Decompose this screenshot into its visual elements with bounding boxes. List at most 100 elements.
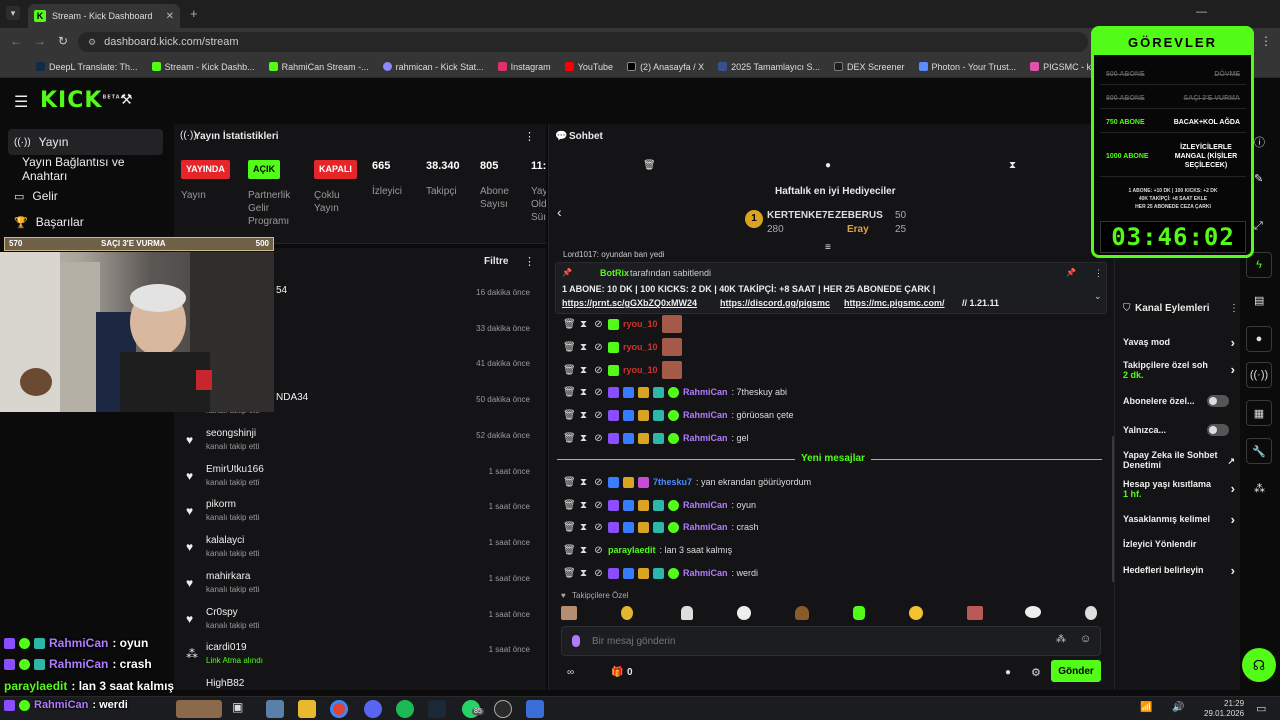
browser-tab[interactable]: K Stream - Kick Dashboard ✕ [28,4,180,28]
broadcast-button[interactable]: ((·)) [1246,362,1272,388]
action-account-age[interactable]: Hesap yaşı kısıtlama 1 hf. › [1123,479,1235,499]
file-explorer-icon[interactable] [298,700,316,718]
app-icon[interactable] [266,700,284,718]
chat-bubble-icon[interactable]: ● [1005,667,1011,678]
timeout-icon[interactable]: ⧗ [578,522,589,533]
layout-button[interactable]: ▦ [1246,400,1272,426]
spotify-icon[interactable] [396,700,414,718]
emote-icon[interactable] [1025,606,1041,618]
timeout-icon[interactable]: ⧗ [578,365,589,376]
chat-username[interactable]: paraylaedit [608,545,656,555]
chrome-icon[interactable] [330,700,348,718]
chat-username[interactable]: 7thesku7 [653,477,692,487]
pinned-link[interactable]: https://mc.pigsmc.com/ [844,298,945,308]
action-followers-only[interactable]: Takipçilere özel soh 2 dk. › [1123,360,1235,380]
app-icon[interactable] [526,700,544,718]
trash-icon[interactable]: 🗑 [563,500,576,511]
trash-icon[interactable]: 🗑 [563,433,576,444]
emote-icon[interactable] [853,606,865,620]
chat-username[interactable]: RahmiCan [683,522,728,532]
pinned-menu-icon[interactable]: ⋮ [1094,268,1103,279]
pinned-link[interactable]: https://prnt.sc/gGXbZQ0xMW24 [562,298,697,308]
tab-close-icon[interactable]: ✕ [166,11,174,22]
notification-icon[interactable]: ▭ [1256,702,1266,715]
bookmark-item[interactable]: RahmiCan Stream -... [268,62,369,72]
browser-menu-icon[interactable]: ⋮ [1260,34,1272,48]
ban-icon[interactable]: ⊘ [593,410,604,421]
action-slow-mode[interactable]: Yavaş mod › [1123,335,1235,350]
gifter-name[interactable]: KERTENKE7E [767,210,834,221]
action-subscribers-only[interactable]: Abonelere özel... [1123,395,1235,407]
chat-username[interactable]: RahmiCan [683,500,728,510]
reload-icon[interactable]: ↻ [58,34,68,48]
task-view-icon[interactable]: ▣ [232,700,250,718]
desktop-thumbnail[interactable] [176,700,222,718]
sidebar-item-income[interactable]: ▭ Gelir [8,183,163,209]
info-icon[interactable]: ⓘ [1254,134,1265,150]
emote-icon[interactable] [1085,606,1097,620]
ban-icon[interactable]: ⊘ [593,365,604,376]
chat-username[interactable]: RahmiCan [683,568,728,578]
hammer-icon[interactable]: ⚒ [120,91,133,108]
ban-icon[interactable]: ⊘ [593,545,604,556]
timeout-icon[interactable]: ⧗ [578,500,589,511]
pinned-by-user[interactable]: BotRix [600,268,629,278]
emote-icon[interactable] [737,606,751,620]
site-info-icon[interactable]: ⚙ [88,37,96,48]
timeout-icon[interactable]: ⧗ [578,568,589,579]
chat-button[interactable]: ● [1246,326,1272,352]
chevron-left-icon[interactable]: ‹ [557,204,562,220]
actions-menu-icon[interactable]: ⋮ [1229,303,1239,314]
trash-icon[interactable]: 🗑 [563,477,576,488]
timeout-icon[interactable]: ⧗ [578,477,589,488]
follower-name[interactable]: kalalayci [206,535,244,546]
bookmark-item[interactable]: rahmican - Kick Stat... [382,62,484,72]
timeout-icon[interactable]: ⧗ [578,410,589,421]
back-icon[interactable]: ← [10,34,22,48]
emoji-icon[interactable]: ☺ [1080,633,1091,645]
trash-icon[interactable]: 🗑 [563,410,576,421]
stats-menu-icon[interactable]: ⋮ [524,130,535,143]
volume-icon[interactable]: 🔊 [1172,702,1184,713]
emote-icon[interactable] [561,606,577,620]
timeout-icon[interactable]: ⧗ [578,387,589,398]
chat-input-box[interactable]: ⁂ ☺ [561,626,1101,656]
action-emote-only[interactable]: Yalnızca... [1123,424,1235,436]
action-ai-moderation[interactable]: Yapay Zeka ile Sohbet Denetimi ↗ [1123,450,1235,470]
bookmark-item[interactable]: 2025 Tamamlayıcı S... [718,62,820,72]
gifter-name[interactable]: ZEBERUS [835,210,883,221]
trash-icon[interactable]: 🗑 [643,160,656,171]
ban-icon[interactable]: ⊘ [593,500,604,511]
forward-icon[interactable]: → [34,34,46,48]
trash-icon[interactable]: 🗑 [563,568,576,579]
follower-name[interactable]: mahirkara [206,571,250,582]
emote-icon[interactable] [795,606,809,620]
chat-username[interactable]: RahmiCan [683,433,728,443]
ban-icon[interactable]: ⊘ [593,568,604,579]
sidebar-item-stream-key[interactable]: Yayın Bağlantısı ve Anahtarı [8,155,163,183]
ban-icon[interactable]: ⊘ [593,477,604,488]
address-bar[interactable]: ⚙ dashboard.kick.com/stream [78,32,1088,52]
edit-icon[interactable]: ✎ [1254,172,1263,185]
timeout-icon[interactable]: ⧗ [578,433,589,444]
translate-icon[interactable]: ⁂ [1056,634,1066,645]
follower-name[interactable]: HighB82 [206,678,244,689]
gifter-name[interactable]: Eray [847,224,869,235]
support-button[interactable]: ☊ [1242,648,1276,682]
gift-icon[interactable]: 🎁 [611,667,623,678]
chat-username[interactable]: RahmiCan [683,410,728,420]
bookmark-item[interactable]: Instagram [497,62,551,72]
ban-icon[interactable]: ⊘ [593,522,604,533]
pinned-link[interactable]: https://discord.gg/pigsmc [720,298,830,308]
sidebar-item-achievements[interactable]: 🏆 Başarılar [8,209,163,235]
timeout-icon[interactable]: ⧗ [578,545,589,556]
bookmark-item[interactable]: DeepL Translate: Th... [36,62,138,72]
trash-icon[interactable]: 🗑 [563,342,576,353]
ban-icon[interactable]: ⊘ [593,387,604,398]
timeout-icon[interactable]: ⧗ [578,319,589,330]
extensions-icon[interactable]: ⁂ [1254,482,1265,495]
bookmark-item[interactable]: YouTube [564,62,613,72]
hourglass-icon[interactable]: ⧗ [1009,160,1016,171]
menu-icon[interactable]: ☰ [14,92,28,112]
follower-name[interactable]: 54 [276,285,287,296]
